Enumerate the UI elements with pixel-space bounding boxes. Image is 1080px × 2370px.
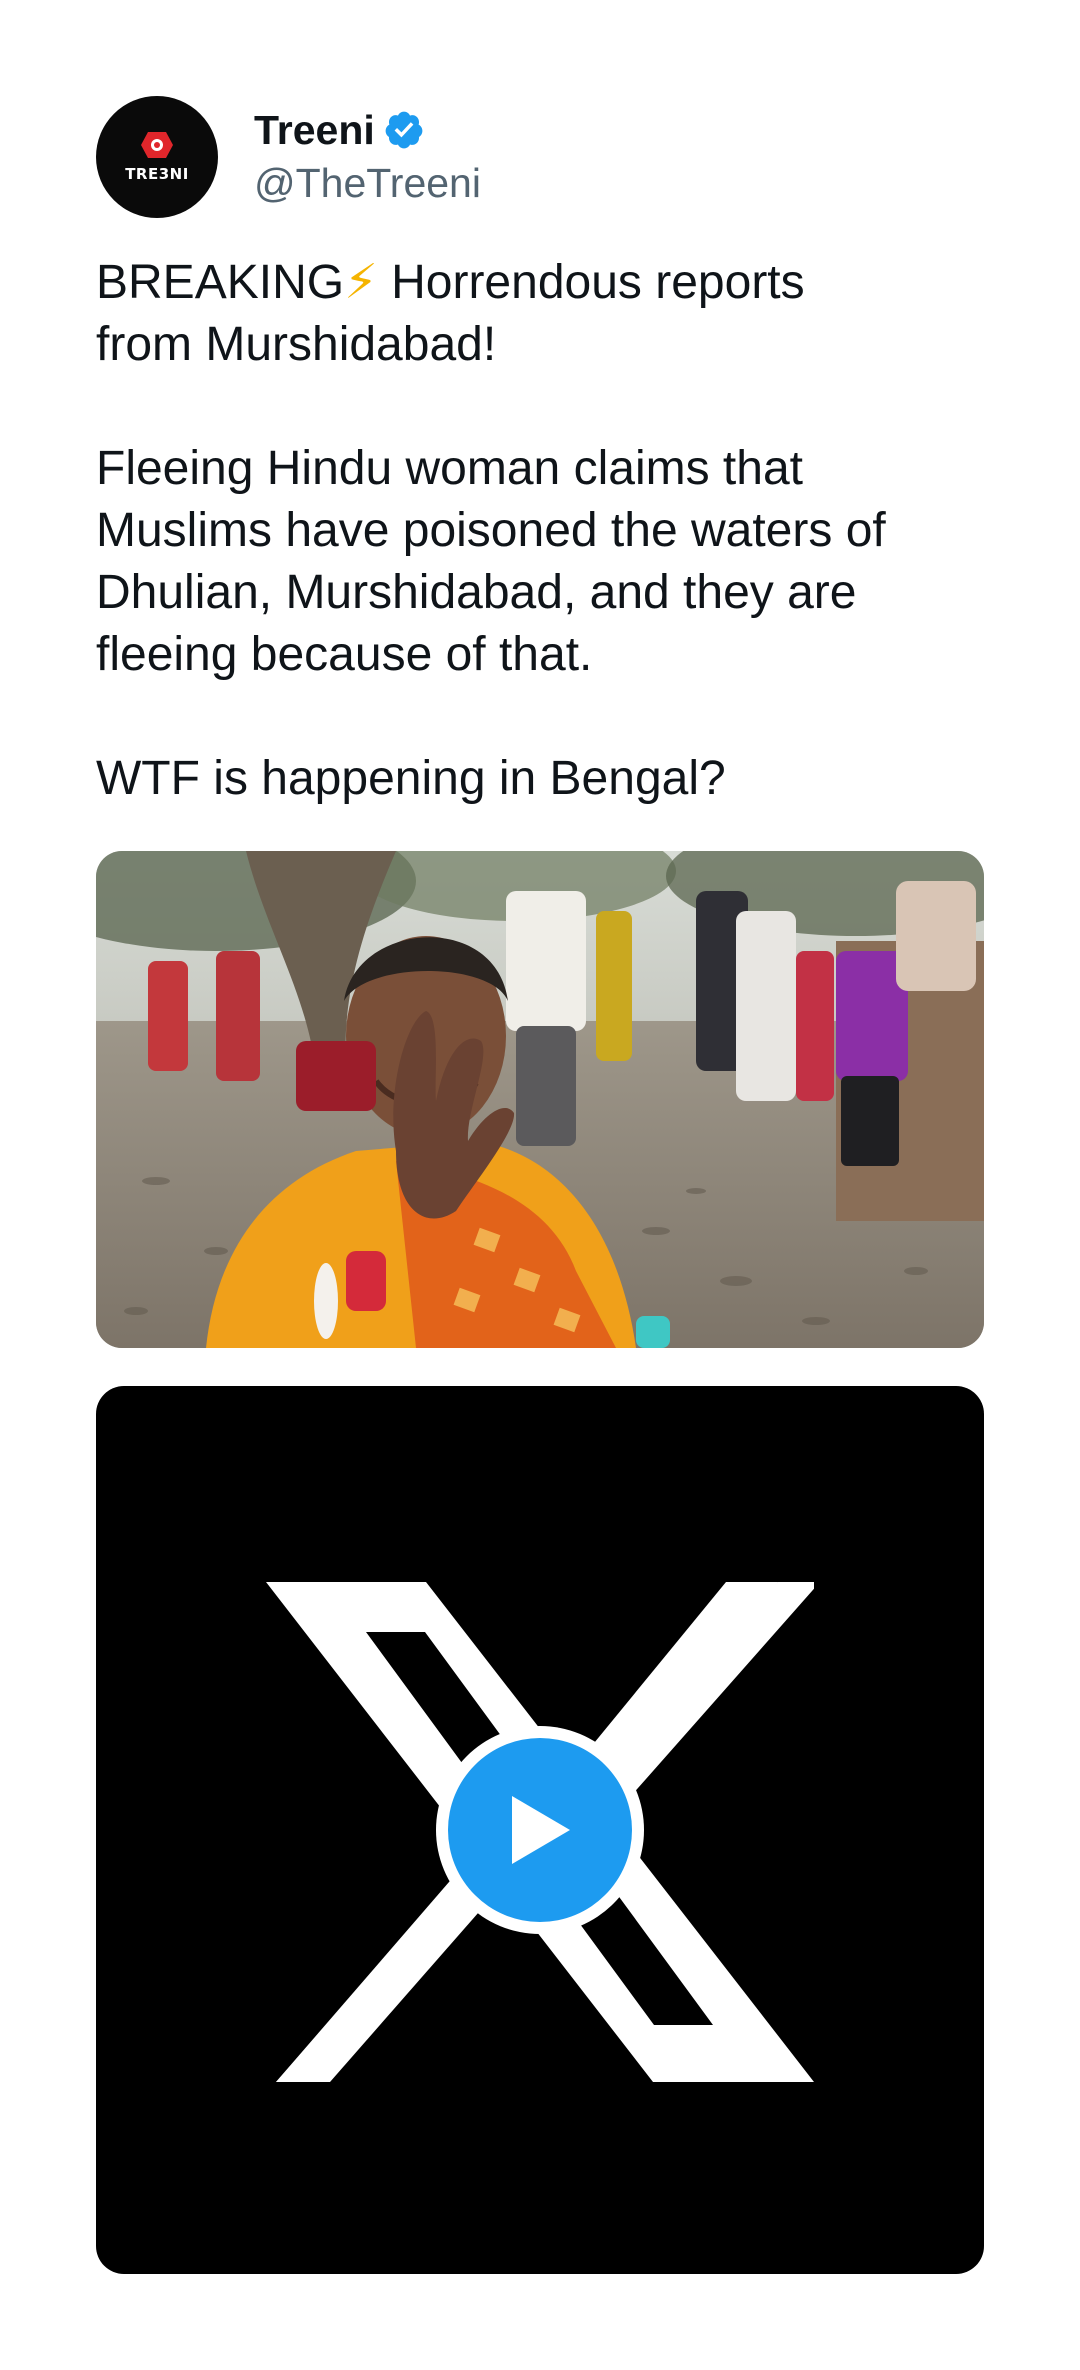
tweet-header: TRE3NI Treeni @TheTreeni: [96, 96, 481, 218]
treeni-logo-icon: [141, 132, 173, 158]
photo-image: [96, 851, 984, 1348]
verified-badge-icon: [385, 111, 423, 149]
tweet-photo[interactable]: [96, 851, 984, 1348]
play-icon: [512, 1796, 570, 1864]
avatar-text: TRE3NI: [125, 165, 189, 183]
play-button-circle: [448, 1738, 632, 1922]
author-display-name[interactable]: Treeni: [254, 104, 375, 156]
author-handle[interactable]: @TheTreeni: [254, 156, 481, 210]
tweet-video[interactable]: [96, 1386, 984, 2274]
tweet-text: BREAKING⚡ Horrendous reports from Murshi…: [96, 252, 996, 810]
avatar[interactable]: TRE3NI: [96, 96, 218, 218]
breaking-label: BREAKING: [96, 256, 345, 309]
name-row: Treeni: [254, 104, 481, 156]
play-button[interactable]: [436, 1726, 644, 1934]
lightning-emoji-icon: ⚡: [344, 256, 378, 309]
author-identity: Treeni @TheTreeni: [254, 104, 481, 210]
tweet-body: Horrendous reports from Murshidabad! Fle…: [96, 256, 886, 805]
